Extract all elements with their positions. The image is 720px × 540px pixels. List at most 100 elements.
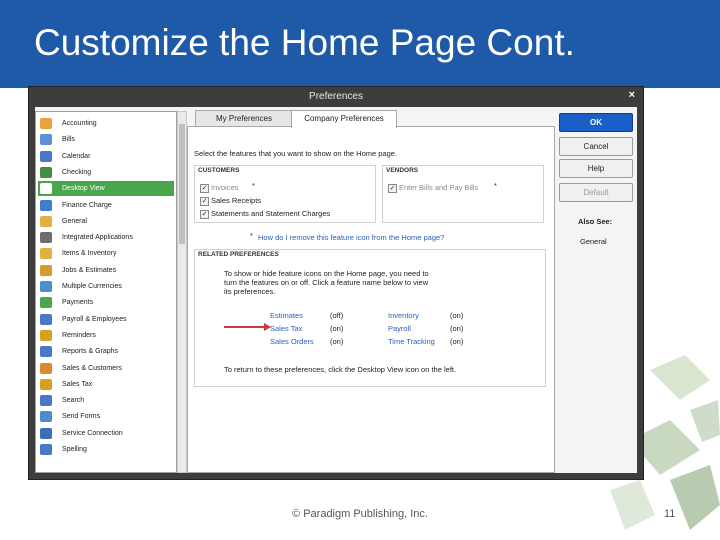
sidebar-item-general[interactable]: General (38, 214, 174, 229)
sidebar-item-label: Checking (62, 168, 92, 176)
sales-orders-state: (on) (330, 337, 344, 346)
sidebar-category-icon (40, 411, 52, 423)
statements-checkbox[interactable]: ✓ (200, 210, 209, 219)
sidebar-item-label: Bills (62, 136, 75, 144)
sidebar-item-label: Payments (62, 299, 94, 307)
sidebar-item-payroll-employees[interactable]: Payroll & Employees (38, 312, 174, 327)
estimates-state: (off) (330, 311, 344, 320)
footer-page-number: 11 (664, 508, 676, 520)
sidebar-item-send-forms[interactable]: Send Forms (38, 409, 174, 424)
remove-icon-help-link[interactable]: How do I remove this feature icon from t… (258, 233, 444, 242)
sidebar-item-search[interactable]: Search (38, 393, 174, 408)
sidebar-item-label: Calendar (62, 152, 91, 160)
sales-tax-link[interactable]: Sales Tax (270, 324, 302, 333)
company-preferences-panel: Select the features that you want to sho… (187, 126, 555, 473)
related-desc-line-2: turn the features on or off. Click a fea… (224, 278, 429, 287)
inventory-state: (on) (450, 311, 464, 320)
remove-link-asterisk: * (250, 231, 253, 240)
sidebar-item-spelling[interactable]: Spelling (38, 442, 174, 457)
invoices-checkbox: ✓ (200, 184, 209, 193)
time-tracking-link[interactable]: Time Tracking (388, 337, 435, 346)
sidebar-item-jobs-estimates[interactable]: Jobs & Estimates (38, 263, 174, 278)
sidebar-item-label: Reports & Graphs (62, 348, 119, 356)
sidebar-item-service-connection[interactable]: Service Connection (38, 426, 174, 441)
sidebar-item-label: Payroll & Employees (62, 315, 127, 323)
sidebar-item-sales-customers[interactable]: Sales & Customers (38, 361, 174, 376)
sidebar-item-finance-charge[interactable]: Finance Charge (38, 198, 174, 213)
payroll-link[interactable]: Payroll (388, 324, 411, 333)
sales-receipts-checkbox[interactable]: ✓ (200, 197, 209, 206)
footer-copyright: © Paradigm Publishing, Inc. (292, 508, 428, 520)
sidebar-category-icon (40, 134, 52, 146)
sidebar-item-items-inventory[interactable]: Items & Inventory (38, 246, 174, 261)
instruction-text: Select the features that you want to sho… (194, 149, 398, 158)
sidebar-scrollbar[interactable] (177, 111, 187, 473)
sidebar-item-label: Service Connection (62, 429, 123, 437)
sidebar-item-label: Items & Inventory (62, 250, 117, 258)
sidebar-item-payments[interactable]: Payments (38, 295, 174, 310)
time-tracking-state: (on) (450, 337, 464, 346)
invoices-label: Invoices (211, 183, 239, 192)
annotation-arrow (224, 326, 266, 328)
sidebar-item-calendar[interactable]: Calendar (38, 149, 174, 164)
sidebar-category-icon (40, 183, 52, 195)
sidebar-item-label: Desktop View (62, 185, 105, 193)
sidebar-item-label: Search (62, 397, 85, 405)
sidebar-category-icon (40, 248, 52, 260)
sidebar-item-sales-tax[interactable]: Sales Tax (38, 377, 174, 392)
sidebar-category-icon (40, 362, 52, 374)
inventory-link[interactable]: Inventory (388, 311, 419, 320)
sidebar-category-icon (40, 232, 52, 244)
sidebar-category-icon (40, 281, 52, 292)
sidebar-item-multiple-currencies[interactable]: Multiple Currencies (38, 279, 174, 294)
sidebar-category-icon (40, 297, 52, 309)
invoices-asterisk: * (252, 181, 255, 190)
related-desc-line-1: To show or hide feature icons on the Hom… (224, 269, 429, 278)
sidebar-item-reminders[interactable]: Reminders (38, 328, 174, 343)
sales-orders-link[interactable]: Sales Orders (270, 337, 314, 346)
return-note: To return to these preferences, click th… (224, 365, 457, 374)
sidebar-item-label: Finance Charge (62, 201, 112, 209)
close-icon[interactable]: × (629, 89, 635, 101)
sidebar-category-icon (40, 199, 52, 211)
sidebar-item-integrated-applications[interactable]: Integrated Applications (38, 230, 174, 245)
dialog-body: Accounting Bills Calendar Checking Desktop V… (35, 107, 637, 473)
ok-button[interactable]: OK (559, 113, 633, 132)
sidebar-category-icon (40, 427, 52, 439)
help-button[interactable]: Help (559, 159, 633, 178)
sidebar-category-icon (40, 118, 52, 129)
scrollbar-thumb[interactable] (179, 124, 185, 244)
cancel-button[interactable]: Cancel (559, 137, 633, 156)
tab-company-preferences[interactable]: Company Preferences (291, 110, 397, 128)
sidebar-item-label: Spelling (62, 446, 87, 453)
sidebar-item-label: Jobs & Estimates (62, 266, 117, 274)
sidebar-category-icon (40, 313, 52, 325)
sidebar-category-icon (40, 150, 52, 162)
enter-bills-label: Enter Bills and Pay Bills (399, 183, 479, 192)
sidebar-category-icon (40, 444, 52, 455)
payroll-state: (on) (450, 324, 464, 333)
sidebar-item-label: Multiple Currencies (62, 283, 122, 290)
sidebar-item-label: Reminders (62, 331, 96, 339)
tab-my-preferences[interactable]: My Preferences (195, 110, 293, 127)
sidebar-item-label: Sales & Customers (62, 364, 122, 372)
sidebar-item-desktop-view[interactable]: Desktop View (38, 181, 174, 197)
slide-title: Customize the Home Page Cont. (34, 22, 575, 63)
sidebar-item-reports-graphs[interactable]: Reports & Graphs (38, 344, 174, 359)
sidebar-item-checking[interactable]: Checking (38, 165, 174, 180)
also-see-general-link[interactable]: General (580, 237, 607, 246)
also-see-label: Also See: (578, 217, 613, 226)
sales-tax-state: (on) (330, 324, 344, 333)
slide-header: Customize the Home Page Cont. (0, 0, 720, 88)
sidebar-item-bills[interactable]: Bills (38, 132, 174, 147)
dialog-title: Preferences (309, 91, 363, 102)
sidebar-category-icon (40, 346, 52, 358)
sidebar-item-label: Accounting (62, 120, 97, 127)
related-desc-line-3: its preferences. (224, 287, 276, 296)
vendors-group-label: VENDORS (386, 167, 419, 174)
sidebar-item-accounting[interactable]: Accounting (38, 116, 174, 131)
estimates-link[interactable]: Estimates (270, 311, 303, 320)
sidebar-category-icon (40, 264, 52, 276)
sidebar-item-label: General (62, 217, 87, 225)
enter-bills-asterisk: * (494, 181, 497, 190)
